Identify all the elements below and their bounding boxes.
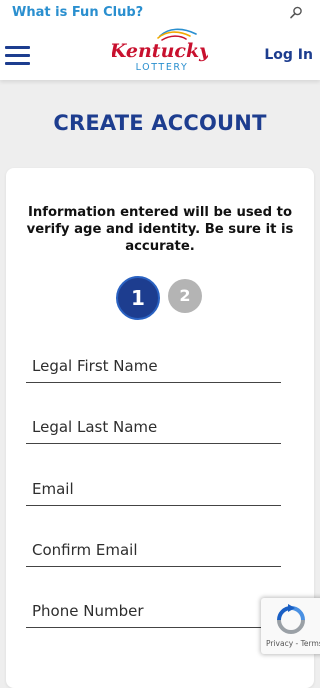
step-2-indicator: 2 [168, 279, 202, 313]
hamburger-menu-icon[interactable] [5, 46, 31, 66]
page-title: CREATE ACCOUNT [53, 111, 267, 135]
email-input[interactable] [26, 472, 281, 506]
legal-last-name-input[interactable] [26, 410, 281, 444]
confirm-email-input[interactable] [26, 533, 281, 567]
info-text: Information entered will be used to veri… [26, 205, 294, 254]
top-header: What is Fun Club? Kentucky LOTTERY Log I… [0, 0, 320, 80]
recaptcha-icon [277, 604, 305, 634]
logo-subtitle: LOTTERY [136, 62, 189, 73]
legal-first-name-input[interactable] [26, 349, 281, 383]
recaptcha-badge[interactable]: Privacy - Terms [261, 598, 320, 654]
step-1-indicator: 1 [116, 276, 160, 320]
logo-wordmark: Kentucky [112, 40, 208, 62]
login-link[interactable]: Log In [264, 47, 313, 63]
fun-club-link[interactable]: What is Fun Club? [12, 5, 143, 20]
kentucky-lottery-logo[interactable]: Kentucky LOTTERY [112, 28, 208, 74]
search-icon[interactable] [288, 5, 304, 21]
recaptcha-privacy-terms[interactable]: Privacy - Terms [266, 639, 320, 648]
phone-number-input[interactable] [26, 594, 281, 628]
